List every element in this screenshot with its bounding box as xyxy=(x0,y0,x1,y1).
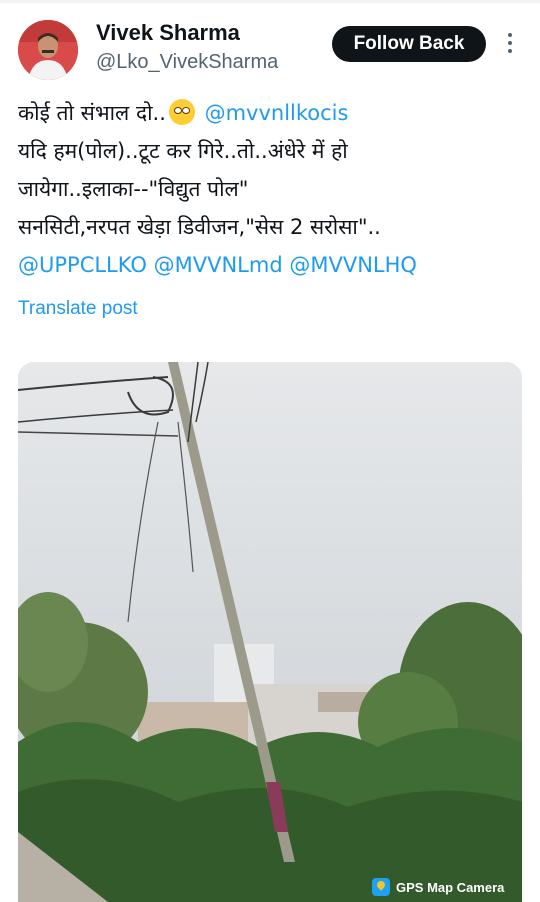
user-handle[interactable]: @Lko_VivekSharma xyxy=(96,51,278,74)
post-line-2: यदि हम(पोल)..टूट कर गिरे..तो..अंधेरे में… xyxy=(18,139,348,163)
gps-map-camera-icon xyxy=(372,878,390,896)
rolling-eyes-emoji-icon xyxy=(168,99,195,125)
post-photo[interactable] xyxy=(18,362,522,902)
gps-map-camera-watermark: GPS Map Camera xyxy=(372,876,504,898)
post-line-1: कोई तो संभाल दो.. @mvvnllkocis xyxy=(18,94,528,132)
post-line-3: जायेगा..इलाका--"विद्युत पोल" xyxy=(18,177,249,201)
follow-back-button[interactable]: Follow Back xyxy=(332,26,486,62)
post-line-1-text: कोई तो संभाल दो.. xyxy=(18,101,166,125)
post-line-5: @UPPCLLKO @MVVNLmd @MVVNLHQ xyxy=(18,246,528,284)
more-vertical-icon[interactable] xyxy=(502,33,518,57)
post-line-4: सनसिटी,नरपत खेड़ा डिवीजन,"सेस 2 सरोसा".. xyxy=(18,215,381,239)
mention-mvvnlhq[interactable]: @MVVNLHQ xyxy=(289,253,417,277)
translate-post-link[interactable]: Translate post xyxy=(18,298,138,320)
mention-uppcllko[interactable]: @UPPCLLKO xyxy=(18,253,147,277)
mention-mvvnllkocis[interactable]: @mvvnllkocis xyxy=(205,101,349,125)
mention-mvvnlmd[interactable]: @MVVNLmd xyxy=(154,253,283,277)
avatar[interactable] xyxy=(18,20,78,80)
post-text: कोई तो संभाल दो.. @mvvnllkocis यदि हम(पो… xyxy=(18,94,528,284)
display-name[interactable]: Vivek Sharma xyxy=(96,20,240,46)
top-divider xyxy=(0,0,540,3)
gps-watermark-label: GPS Map Camera xyxy=(396,879,505,895)
